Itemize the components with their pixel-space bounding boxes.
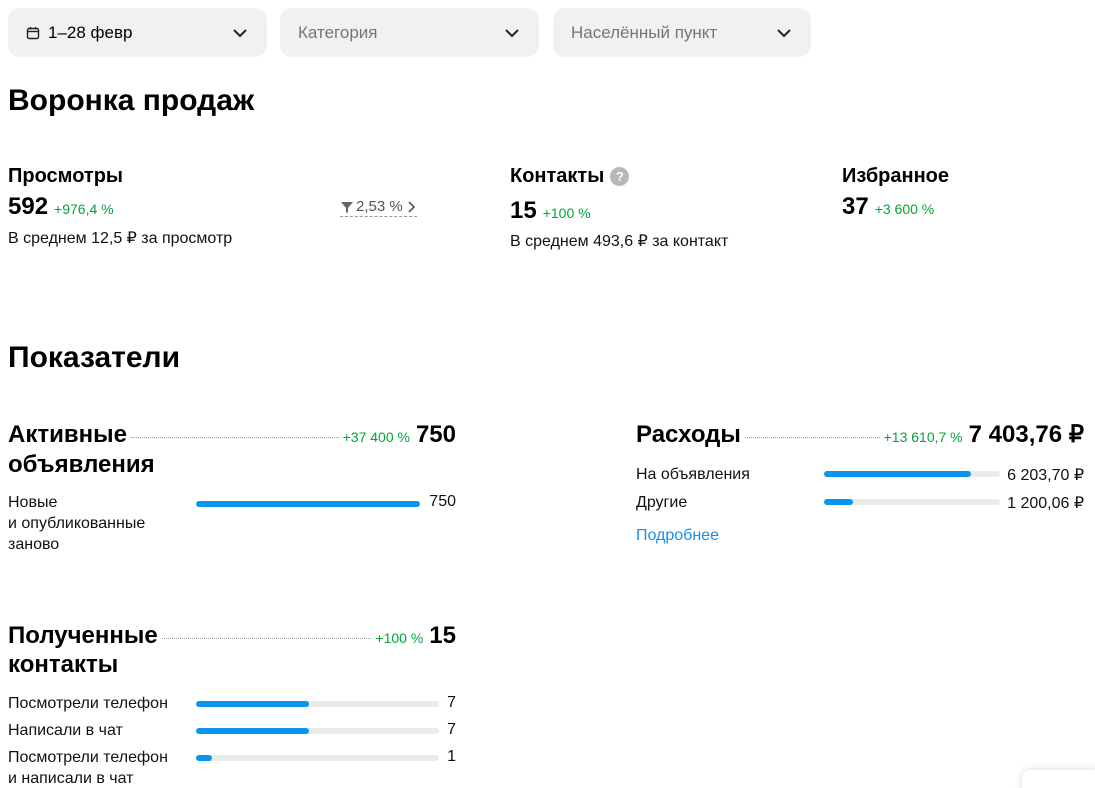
- contacts-row-value: 7: [447, 694, 456, 711]
- help-icon[interactable]: ?: [610, 167, 630, 186]
- active-ads-total: 750: [415, 421, 456, 448]
- row-label-line1: Посмотрели телефон: [8, 749, 168, 766]
- contacts-block-header: Полученные +100 % 15: [8, 621, 456, 651]
- phone-views-bar-fill: [196, 701, 310, 707]
- row-label: Новые и опубликованные заново: [8, 492, 145, 555]
- contacts-block-title-line1: Полученные: [8, 622, 158, 649]
- row-label: На объявления: [636, 466, 750, 483]
- contacts-row: Посмотрели телефон и написали в чат: [8, 747, 168, 788]
- expenses-row-value: 6 203,70 ₽: [1007, 467, 1084, 484]
- contacts-row-value: 7: [447, 721, 456, 738]
- expenses-delta: +13 610,7 %: [883, 429, 963, 445]
- period-filter[interactable]: 1–28 февр: [8, 8, 267, 57]
- active-ads-title-line2: объявления: [8, 451, 155, 478]
- favorites-label: Избранное: [842, 165, 950, 187]
- views-conversion-value: 2,53 %: [356, 198, 403, 215]
- contacts-delta: +100 %: [542, 205, 591, 221]
- contacts-label: Контакты: [510, 165, 605, 187]
- expenses-row: На объявления: [636, 464, 750, 485]
- expenses-title: Расходы: [636, 421, 741, 448]
- favorites-count: 37: [842, 193, 869, 220]
- funnel-title: Воронка продаж: [8, 84, 255, 117]
- views-label: Просмотры: [8, 165, 124, 187]
- chevron-right-icon: [408, 200, 415, 213]
- chevron-down-icon: [505, 28, 519, 37]
- contacts-average: В среднем 493,6 ₽ за контакт: [510, 233, 729, 250]
- row-label: Посмотрели телефон: [8, 695, 168, 712]
- phone-and-chat-bar-fill: [196, 755, 213, 761]
- active-ads-row-value: 750: [429, 493, 456, 510]
- expenses-ads-bar: [824, 471, 1000, 477]
- views-conversion[interactable]: 2,53 %: [340, 198, 417, 217]
- expenses-ads-bar-fill: [824, 471, 972, 477]
- contacts-block-delta: +100 %: [375, 630, 424, 646]
- active-ads-title-line1: Активные: [8, 421, 127, 448]
- expenses-row: Другие: [636, 492, 687, 513]
- contacts-row: Посмотрели телефон: [8, 693, 168, 714]
- row-label-line2: и опубликованные: [8, 515, 146, 532]
- active-ads-title: Активные: [8, 420, 127, 450]
- leader-dots: [130, 437, 339, 438]
- views-average: В среднем 12,5 ₽ за просмотр: [8, 230, 233, 247]
- indicators-title: Показатели: [8, 341, 181, 374]
- phone-views-bar: [196, 701, 439, 707]
- active-ads-header: Активные +37 400 % 750: [8, 420, 456, 450]
- row-label-line3: заново: [8, 536, 60, 553]
- category-filter-placeholder: Категория: [298, 22, 378, 42]
- details-link[interactable]: Подробнее: [636, 527, 719, 545]
- row-label-line2: и написали в чат: [8, 770, 134, 787]
- contacts-block-title: Полученные: [8, 621, 158, 651]
- expenses-header: Расходы +13 610,7 % 7 403,76 ₽: [636, 420, 1084, 450]
- chevron-down-icon: [777, 28, 791, 37]
- views-value: 592 +976,4 %: [8, 193, 114, 221]
- contacts-value: 15 +100 %: [510, 197, 591, 225]
- chat-bar-fill: [196, 728, 310, 734]
- expenses-other-bar-fill: [824, 499, 853, 505]
- location-filter-placeholder: Населённый пункт: [571, 22, 718, 42]
- location-filter[interactable]: Населённый пункт: [553, 8, 811, 57]
- row-label: Написали в чат: [8, 722, 123, 739]
- favorites-value: 37 +3 600 %: [842, 193, 934, 221]
- contacts-count: 15: [510, 197, 537, 224]
- views-title: Просмотры: [8, 165, 123, 188]
- period-filter-value: 1–28 февр: [48, 22, 133, 42]
- favorites-delta: +3 600 %: [874, 201, 935, 217]
- phone-and-chat-bar: [196, 755, 439, 761]
- contacts-block-title-line2: контакты: [8, 651, 119, 678]
- floating-widget[interactable]: [1022, 770, 1095, 788]
- leader-dots: [161, 638, 372, 639]
- contacts-row-value: 1: [447, 748, 456, 765]
- category-filter[interactable]: Категория: [280, 8, 539, 57]
- views-count: 592: [8, 193, 49, 220]
- row-label-line1: Новые: [8, 494, 58, 511]
- expenses-other-bar: [824, 499, 1000, 505]
- active-ads-bar-fill: [196, 501, 420, 507]
- calendar-icon: [26, 26, 40, 39]
- contacts-row: Написали в чат: [8, 720, 123, 741]
- favorites-title: Избранное: [842, 165, 949, 188]
- chat-bar: [196, 728, 439, 734]
- expenses-total: 7 403,76 ₽: [968, 421, 1084, 448]
- expenses-row-value: 1 200,06 ₽: [1007, 495, 1084, 512]
- filter-funnel-icon: [341, 201, 353, 213]
- row-label: Посмотрели телефон и написали в чат: [8, 747, 168, 788]
- leader-dots: [744, 437, 880, 438]
- contacts-title: Контакты ?: [510, 165, 630, 188]
- active-ads-delta: +37 400 %: [342, 429, 410, 445]
- row-label: Другие: [636, 494, 688, 511]
- active-ads-row: Новые и опубликованные заново: [8, 492, 188, 555]
- chevron-down-icon: [233, 28, 247, 37]
- views-delta: +976,4 %: [54, 201, 114, 217]
- active-ads-bar: [196, 501, 420, 507]
- contacts-block-total: 15: [429, 622, 456, 649]
